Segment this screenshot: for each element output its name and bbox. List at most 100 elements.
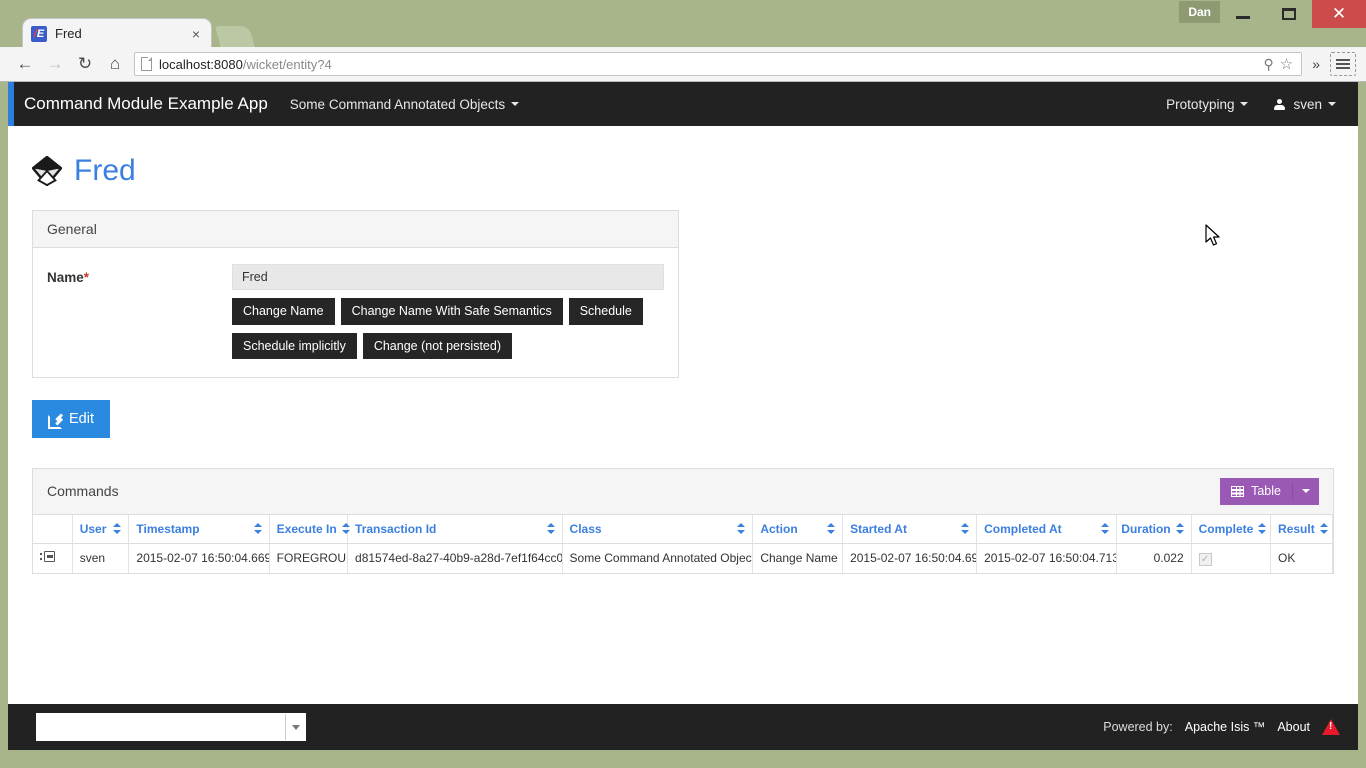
cell-user: sven	[72, 543, 130, 573]
name-actions-row-1: Change Name Change Name With Safe Semant…	[232, 298, 664, 325]
commands-panel-heading: Commands Table	[33, 469, 1333, 515]
cell-duration: 0.022	[1116, 543, 1192, 573]
cell-execute_in: FOREGROUND	[269, 543, 349, 573]
column-header-class[interactable]: Class	[562, 514, 754, 544]
column-header-execute_in[interactable]: Execute In	[269, 514, 350, 544]
action-change-not-persisted[interactable]: Change (not persisted)	[362, 332, 512, 359]
sort-icon[interactable]	[737, 522, 746, 535]
general-panel-body: Name* Fred Change Name Change Name With …	[33, 248, 678, 377]
browser-tab-title: Fred	[55, 26, 82, 41]
commands-table: User Timestamp Execute In Transaction Id Cla…	[33, 514, 1333, 573]
page-viewport: Command Module Example App Some Command …	[8, 82, 1358, 750]
table-view-dropdown-toggle[interactable]	[1292, 482, 1319, 501]
column-header-complete[interactable]: Complete	[1191, 514, 1272, 544]
name-field-value: Fred	[232, 264, 664, 290]
sort-icon[interactable]	[1319, 522, 1328, 535]
footer-select-caret[interactable]	[285, 714, 305, 740]
name-label-text: Name	[47, 270, 84, 285]
action-change-name[interactable]: Change Name	[232, 298, 335, 325]
toolbar-overflow-icon[interactable]: »	[1308, 56, 1324, 72]
column-header-transaction_id[interactable]: Transaction Id	[347, 514, 563, 544]
column-header-action[interactable]: Action	[752, 514, 844, 544]
app-brand[interactable]: Command Module Example App	[24, 94, 268, 114]
object-link-icon[interactable]	[40, 551, 55, 563]
column-header-duration[interactable]: Duration	[1116, 514, 1192, 544]
action-schedule-implicitly[interactable]: Schedule implicitly	[232, 332, 357, 359]
chevron-down-icon	[1302, 489, 1310, 494]
cell-class: Some Command Annotated Object	[562, 543, 754, 573]
column-header-label: User	[79, 521, 107, 536]
app-navbar: Command Module Example App Some Command …	[8, 82, 1358, 126]
sort-icon[interactable]	[113, 522, 122, 535]
column-header-user[interactable]: User	[72, 514, 130, 544]
navbar-right: Prototyping sven	[1166, 97, 1336, 112]
forward-button[interactable]: →	[40, 49, 70, 79]
browser-tab-fred[interactable]: / E Fred ×	[22, 18, 212, 48]
column-header-completed_at[interactable]: Completed At	[976, 514, 1118, 544]
general-panel-title: General	[47, 221, 97, 237]
table-view-button-main[interactable]: Table	[1220, 478, 1292, 505]
chevron-down-icon	[291, 724, 300, 730]
sort-icon[interactable]	[546, 522, 555, 535]
sort-icon[interactable]	[1175, 522, 1184, 535]
action-schedule[interactable]: Schedule	[568, 298, 643, 325]
browser-tabstrip: / E Fred ×	[0, 18, 1366, 48]
name-field-label: Name*	[47, 264, 232, 285]
complete-checkbox: ✓	[1198, 553, 1212, 566]
name-actions-row-2: Schedule implicitly Change (not persiste…	[232, 332, 664, 359]
commands-panel-title: Commands	[47, 483, 119, 500]
sort-icon[interactable]	[1258, 522, 1267, 535]
action-change-name-safe-semantics[interactable]: Change Name With Safe Semantics	[340, 298, 563, 325]
name-field-row: Name* Fred Change Name Change Name With …	[47, 264, 664, 359]
cell-timestamp: 2015-02-07 16:50:04.669	[128, 543, 270, 573]
table-row[interactable]: sven2015-02-07 16:50:04.669FOREGROUNDd81…	[33, 543, 1333, 573]
footer-select[interactable]	[36, 713, 306, 741]
about-link[interactable]: About	[1277, 720, 1310, 734]
entity-diamond-icon	[32, 156, 62, 186]
page-content: Fred General Name* Fred Change Name Chan…	[8, 154, 1358, 574]
address-host: localhost:8080	[159, 56, 243, 72]
address-bar[interactable]: localhost:8080/wicket/entity?4 ⚲ ☆	[134, 52, 1303, 76]
chevron-down-icon	[1240, 102, 1249, 106]
page-title: Fred	[74, 154, 136, 187]
tab-close-icon[interactable]: ×	[189, 26, 203, 42]
column-header-label: Execute In	[276, 521, 337, 536]
sort-icon[interactable]	[253, 522, 262, 535]
footer-right: Powered by: Apache Isis ™ About	[1103, 719, 1340, 735]
hamburger-menu-icon[interactable]	[1330, 52, 1356, 76]
cell-action: Change Name	[752, 543, 844, 573]
zoom-icon[interactable]: ⚲	[1263, 56, 1273, 73]
sort-icon[interactable]	[1101, 522, 1110, 535]
column-header-label: Transaction Id	[355, 521, 437, 536]
table-view-button[interactable]: Table	[1220, 478, 1319, 505]
column-header-started_at[interactable]: Started At	[842, 514, 978, 544]
bookmark-star-icon[interactable]: ☆	[1280, 55, 1293, 73]
back-button[interactable]: ←	[10, 49, 40, 79]
footer-select-value[interactable]	[37, 714, 285, 740]
nav-item-prototyping[interactable]: Prototyping	[1166, 97, 1249, 112]
sort-icon[interactable]	[961, 522, 970, 535]
nav-item-user-sven[interactable]: sven	[1274, 97, 1336, 112]
warning-triangle-icon[interactable]	[1322, 719, 1340, 735]
column-header-label: Timestamp	[136, 521, 200, 536]
nav-item-some-command-annotated-objects[interactable]: Some Command Annotated Objects	[290, 97, 520, 112]
cell-icon[interactable]	[33, 543, 73, 573]
cell-result: OK	[1270, 543, 1333, 573]
column-header-result[interactable]: Result	[1270, 514, 1333, 544]
sort-icon[interactable]	[827, 522, 836, 535]
chevron-down-icon	[511, 102, 520, 106]
home-button[interactable]: ⌂	[100, 49, 130, 79]
new-tab-button[interactable]	[214, 26, 256, 48]
edit-button[interactable]: Edit	[32, 400, 110, 438]
sort-icon[interactable]	[341, 522, 350, 535]
apache-isis-link[interactable]: Apache Isis ™	[1185, 720, 1266, 734]
favicon-icon: / E	[31, 25, 47, 42]
column-header-label: Result	[1278, 521, 1315, 536]
name-field-control: Fred Change Name Change Name With Safe S…	[232, 264, 664, 359]
cell-complete: ✓	[1191, 543, 1272, 573]
general-panel: General Name* Fred Change Name Change Na…	[32, 210, 679, 378]
reload-button[interactable]: ↻	[70, 49, 100, 79]
column-header-timestamp[interactable]: Timestamp	[128, 514, 270, 544]
page-document-icon	[141, 57, 152, 71]
powered-by-label: Powered by:	[1103, 720, 1173, 734]
